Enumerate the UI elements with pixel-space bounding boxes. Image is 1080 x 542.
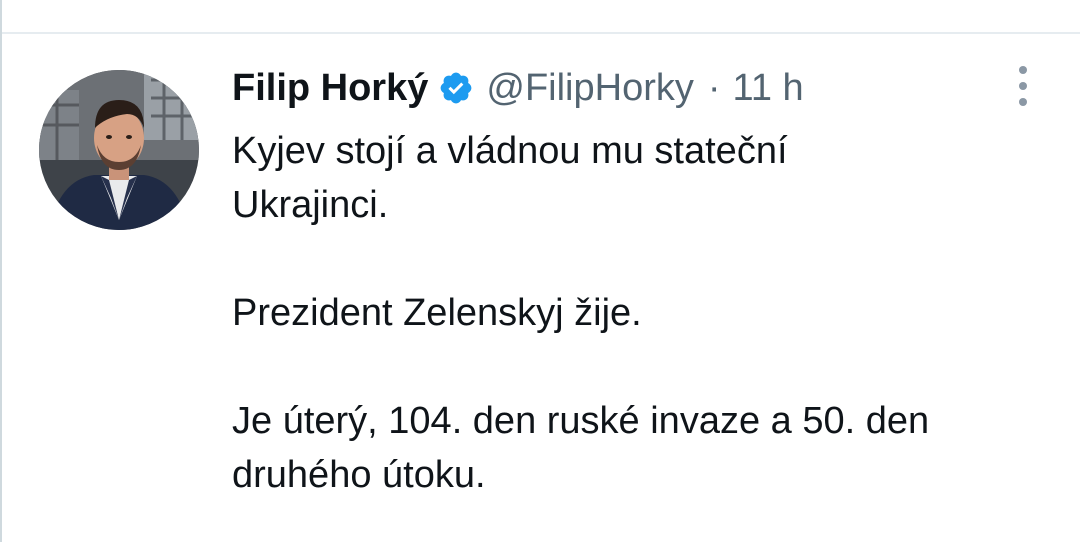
more-dot (1019, 66, 1027, 74)
display-name[interactable]: Filip Horký (232, 67, 428, 110)
timestamp[interactable]: 11 h (733, 67, 804, 110)
avatar[interactable] (39, 70, 199, 230)
verified-badge-icon (438, 70, 474, 106)
profile-photo (39, 70, 199, 230)
tweet-paragraph: Je úterý, 104. den ruské invaze a 50. de… (232, 400, 930, 496)
tweet-text: Kyjev stojí a vládnou mu stateční Ukraji… (232, 124, 1062, 502)
divider (2, 32, 1080, 34)
user-handle[interactable]: @FilipHorky (486, 67, 693, 110)
tweet-paragraph: Prezident Zelenskyj žije. (232, 292, 642, 334)
more-options-icon[interactable] (1008, 66, 1038, 106)
separator-dot: · (707, 66, 721, 109)
tweet-card[interactable]: Filip Horký @FilipHorky · 11 h Kyjev sto… (0, 0, 1080, 542)
more-dot (1019, 82, 1027, 90)
tweet-header: Filip Horký @FilipHorky · 11 h (232, 62, 804, 114)
more-dot (1019, 98, 1027, 106)
tweet-paragraph: Kyjev stojí a vládnou mu stateční Ukraji… (232, 130, 788, 226)
